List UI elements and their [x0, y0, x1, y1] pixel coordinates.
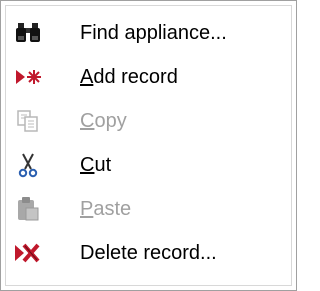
menu-item-find-appliance[interactable]: Find appliance... [6, 11, 291, 55]
menu-item-label: Delete record... [80, 241, 217, 264]
menu-item-paste[interactable]: Paste [6, 187, 291, 231]
menu-item-label: Cut [80, 153, 112, 176]
menu-item-copy[interactable]: Copy [6, 99, 291, 143]
new-record-icon [14, 63, 42, 91]
menu-item-label: Find appliance... [80, 21, 227, 44]
copy-icon [14, 107, 42, 135]
delete-record-icon [14, 239, 42, 267]
binoculars-icon [14, 19, 42, 47]
context-menu-panel: Find appliance... Add record Copy Cut Pa… [5, 5, 292, 286]
menu-item-label: Add record [80, 65, 178, 88]
menu-item-label: Copy [80, 109, 127, 132]
scissors-icon [14, 151, 42, 179]
menu-item-label: Paste [80, 197, 132, 220]
menu-item-delete-record[interactable]: Delete record... [6, 231, 291, 275]
menu-item-add-record[interactable]: Add record [6, 55, 291, 99]
menu-item-cut[interactable]: Cut [6, 143, 291, 187]
paste-icon [14, 195, 42, 223]
context-menu: Find appliance... Add record Copy Cut Pa… [0, 0, 297, 291]
